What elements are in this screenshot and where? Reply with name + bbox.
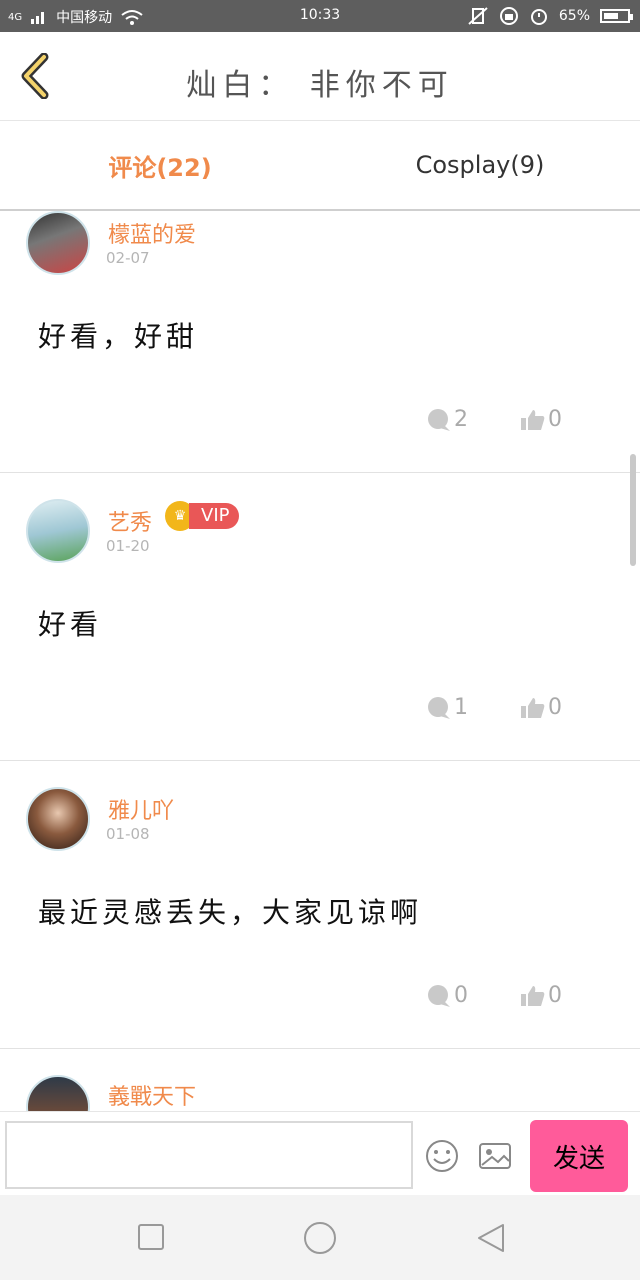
comment-input-bar: 发送 xyxy=(0,1111,640,1196)
comment-list[interactable]: 檬蓝的爱 02-07 好看，好甜 2 0 艺秀 ♛ VIP 01-20 好看 1 xyxy=(0,211,640,1111)
comment-date: 01-20 xyxy=(106,537,150,555)
like-button[interactable]: 0 xyxy=(520,983,562,1008)
battery-icon xyxy=(600,9,633,23)
header: 灿白： 非你不可 xyxy=(0,32,640,121)
reply-count: 1 xyxy=(454,695,468,720)
page-title: 灿白： 非你不可 xyxy=(186,68,454,103)
tab-cosplay[interactable]: Cosplay(9) xyxy=(320,121,640,209)
reply-count: 2 xyxy=(454,407,468,432)
like-button[interactable]: 0 xyxy=(520,695,562,720)
circle-icon xyxy=(304,1222,336,1254)
smiley-icon xyxy=(426,1140,458,1172)
system-nav-bar xyxy=(0,1195,640,1280)
avatar[interactable] xyxy=(26,211,90,275)
comment-item: 艺秀 ♛ VIP 01-20 好看 1 0 xyxy=(0,473,640,761)
reply-button[interactable]: 2 xyxy=(426,407,468,432)
square-icon xyxy=(138,1224,164,1250)
avatar[interactable] xyxy=(26,787,90,851)
emoji-button[interactable] xyxy=(424,1138,460,1178)
comment-input[interactable] xyxy=(5,1121,413,1189)
like-button[interactable]: 0 xyxy=(520,407,562,432)
back-nav-button[interactable] xyxy=(476,1223,506,1257)
send-button[interactable]: 发送 xyxy=(530,1120,628,1192)
like-count: 0 xyxy=(548,983,562,1008)
tab-comments[interactable]: 评论(22) xyxy=(0,121,320,209)
recent-apps-button[interactable] xyxy=(137,1223,165,1255)
comment-date: 01-08 xyxy=(106,825,150,843)
comment-bubble-icon xyxy=(428,696,450,719)
username[interactable]: 義戰天下 xyxy=(108,1079,196,1111)
vip-badge: ♛ VIP xyxy=(165,501,240,531)
status-bar: 4G 中国移动 10:33 65% xyxy=(0,0,640,32)
comment-bubble-icon xyxy=(428,984,450,1007)
scrollbar[interactable] xyxy=(630,454,636,566)
comment-item: 雅儿吖 01-08 最近灵感丢失，大家见谅啊 0 0 xyxy=(0,761,640,1049)
username[interactable]: 檬蓝的爱 xyxy=(108,217,196,249)
like-count: 0 xyxy=(548,695,562,720)
username[interactable]: 雅儿吖 xyxy=(108,793,174,825)
comment-date: 02-07 xyxy=(106,249,150,267)
vibrate-icon xyxy=(468,7,488,25)
comment-item: 義戰天下 xyxy=(0,1049,640,1111)
tab-bar: 评论(22) Cosplay(9) xyxy=(0,121,640,211)
username[interactable]: 艺秀 xyxy=(108,505,152,537)
reply-button[interactable]: 1 xyxy=(426,695,468,720)
image-icon xyxy=(479,1143,511,1169)
avatar[interactable] xyxy=(26,499,90,563)
alarm-icon xyxy=(530,9,547,25)
thumbs-up-icon xyxy=(521,697,545,718)
like-count: 0 xyxy=(548,407,562,432)
thumbs-up-icon xyxy=(521,985,545,1006)
battery-percent: 65% xyxy=(558,8,590,24)
comment-text: 好看 xyxy=(38,608,103,641)
comment-bubble-icon xyxy=(428,408,450,431)
reply-button[interactable]: 0 xyxy=(426,983,468,1008)
avatar[interactable] xyxy=(26,1075,90,1111)
home-button[interactable] xyxy=(303,1221,337,1259)
comment-item: 檬蓝的爱 02-07 好看，好甜 2 0 xyxy=(0,211,640,473)
triangle-back-icon xyxy=(478,1224,504,1252)
comment-text: 最近灵感丢失，大家见谅啊 xyxy=(38,896,423,929)
thumbs-up-icon xyxy=(521,409,545,430)
rotation-lock-icon xyxy=(499,7,518,25)
reply-count: 0 xyxy=(454,983,468,1008)
comment-text: 好看，好甜 xyxy=(38,320,199,353)
image-button[interactable] xyxy=(478,1141,512,1175)
